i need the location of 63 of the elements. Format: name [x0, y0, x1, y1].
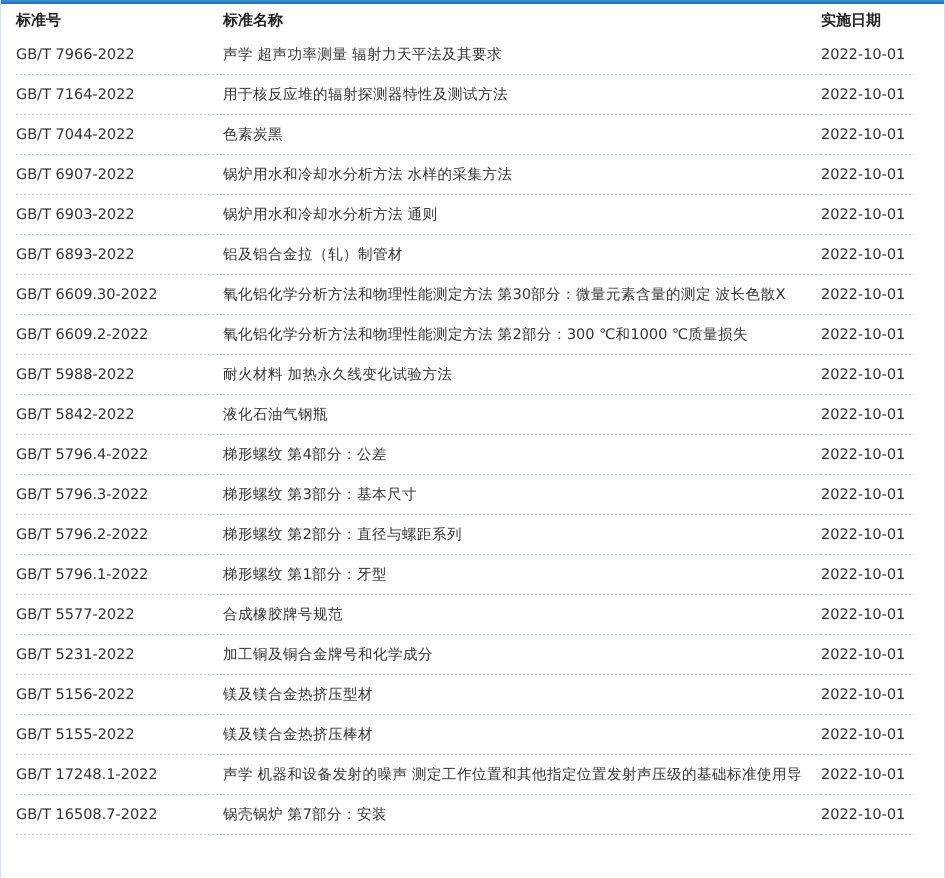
standard-code: GB/T 5988-2022: [16, 366, 135, 382]
standard-code: GB/T 6609.2-2022: [16, 326, 148, 342]
column-header: 标准名称: [223, 10, 284, 31]
effective-date: 2022-10-01: [821, 406, 906, 422]
standard-code: GB/T 5796.2-2022: [16, 526, 148, 542]
standard-code: GB/T 16508.7-2022: [16, 806, 158, 822]
effective-date: 2022-10-01: [821, 566, 906, 582]
standard-name: 梯形螺纹 第1部分：牙型: [223, 566, 387, 582]
standard-code: GB/T 6609.30-2022: [16, 286, 158, 302]
effective-date: 2022-10-01: [821, 246, 906, 262]
effective-date: 2022-10-01: [821, 206, 906, 222]
standard-name: 声学 机器和设备发射的噪声 测定工作位置和其他指定位置发射声压级的基础标准使用导: [223, 766, 802, 782]
standard-name: 镁及镁合金热挤压型材: [223, 686, 373, 702]
effective-date: 2022-10-01: [821, 486, 906, 502]
effective-date: 2022-10-01: [821, 86, 906, 102]
standard-name: 合成橡胶牌号规范: [223, 606, 343, 622]
standard-name: 氧化铝化学分析方法和物理性能测定方法 第2部分：300 ℃和1000 ℃质量损失: [223, 326, 748, 342]
column-header: 标准号: [16, 10, 62, 31]
standard-code: GB/T 5842-2022: [16, 406, 135, 422]
standard-code: GB/T 5155-2022: [16, 726, 135, 742]
standard-name: 声学 超声功率测量 辐射力天平法及其要求: [223, 46, 502, 62]
standard-name: 耐火材料 加热永久线变化试验方法: [223, 366, 453, 382]
effective-date: 2022-10-01: [821, 126, 906, 142]
effective-date: 2022-10-01: [821, 46, 906, 62]
standard-name: 液化石油气钢瓶: [223, 406, 328, 422]
standard-code: GB/T 5796.3-2022: [16, 486, 148, 502]
standard-code: GB/T 5231-2022: [16, 646, 135, 662]
effective-date: 2022-10-01: [821, 326, 906, 342]
standard-code: GB/T 17248.1-2022: [16, 766, 158, 782]
standard-code: GB/T 5796.4-2022: [16, 446, 148, 462]
standard-name: 锅壳锅炉 第7部分：安装: [223, 806, 387, 822]
standard-code: GB/T 7164-2022: [16, 86, 135, 102]
standard-name: 加工铜及铜合金牌号和化学成分: [223, 646, 433, 662]
standard-code: GB/T 5796.1-2022: [16, 566, 148, 582]
standard-code: GB/T 7044-2022: [16, 126, 135, 142]
standard-code: GB/T 6893-2022: [16, 246, 135, 262]
effective-date: 2022-10-01: [821, 646, 906, 662]
standard-name: 铝及铝合金拉（轧）制管材: [223, 246, 403, 262]
standard-name: 锅炉用水和冷却水分析方法 通则: [223, 206, 438, 222]
effective-date: 2022-10-01: [821, 606, 906, 622]
effective-date: 2022-10-01: [821, 446, 906, 462]
effective-date: 2022-10-01: [821, 526, 906, 542]
effective-date: 2022-10-01: [821, 686, 906, 702]
standard-code: GB/T 6907-2022: [16, 166, 135, 182]
standard-name: 色素炭黑: [223, 126, 283, 142]
column-header: 实施日期: [821, 10, 882, 31]
effective-date: 2022-10-01: [821, 166, 906, 182]
standard-name: 用于核反应堆的辐射探测器特性及测试方法: [223, 86, 508, 102]
standard-name: 氧化铝化学分析方法和物理性能测定方法 第30部分：微量元素含量的测定 波长色散X: [223, 286, 786, 302]
standard-name: 镁及镁合金热挤压棒材: [223, 726, 373, 742]
effective-date: 2022-10-01: [821, 726, 906, 742]
standard-name: 梯形螺纹 第2部分：直径与螺距系列: [223, 526, 462, 542]
standard-name: 梯形螺纹 第4部分：公差: [223, 446, 387, 462]
effective-date: 2022-10-01: [821, 366, 906, 382]
standard-code: GB/T 7966-2022: [16, 46, 135, 62]
standard-code: GB/T 5156-2022: [16, 686, 135, 702]
standard-name: 梯形螺纹 第3部分：基本尺寸: [223, 486, 417, 502]
standard-code: GB/T 5577-2022: [16, 606, 135, 622]
standard-name: 锅炉用水和冷却水分析方法 水样的采集方法: [223, 166, 513, 182]
standard-code: GB/T 6903-2022: [16, 206, 135, 222]
effective-date: 2022-10-01: [821, 286, 906, 302]
effective-date: 2022-10-01: [821, 806, 906, 822]
effective-date: 2022-10-01: [821, 766, 906, 782]
